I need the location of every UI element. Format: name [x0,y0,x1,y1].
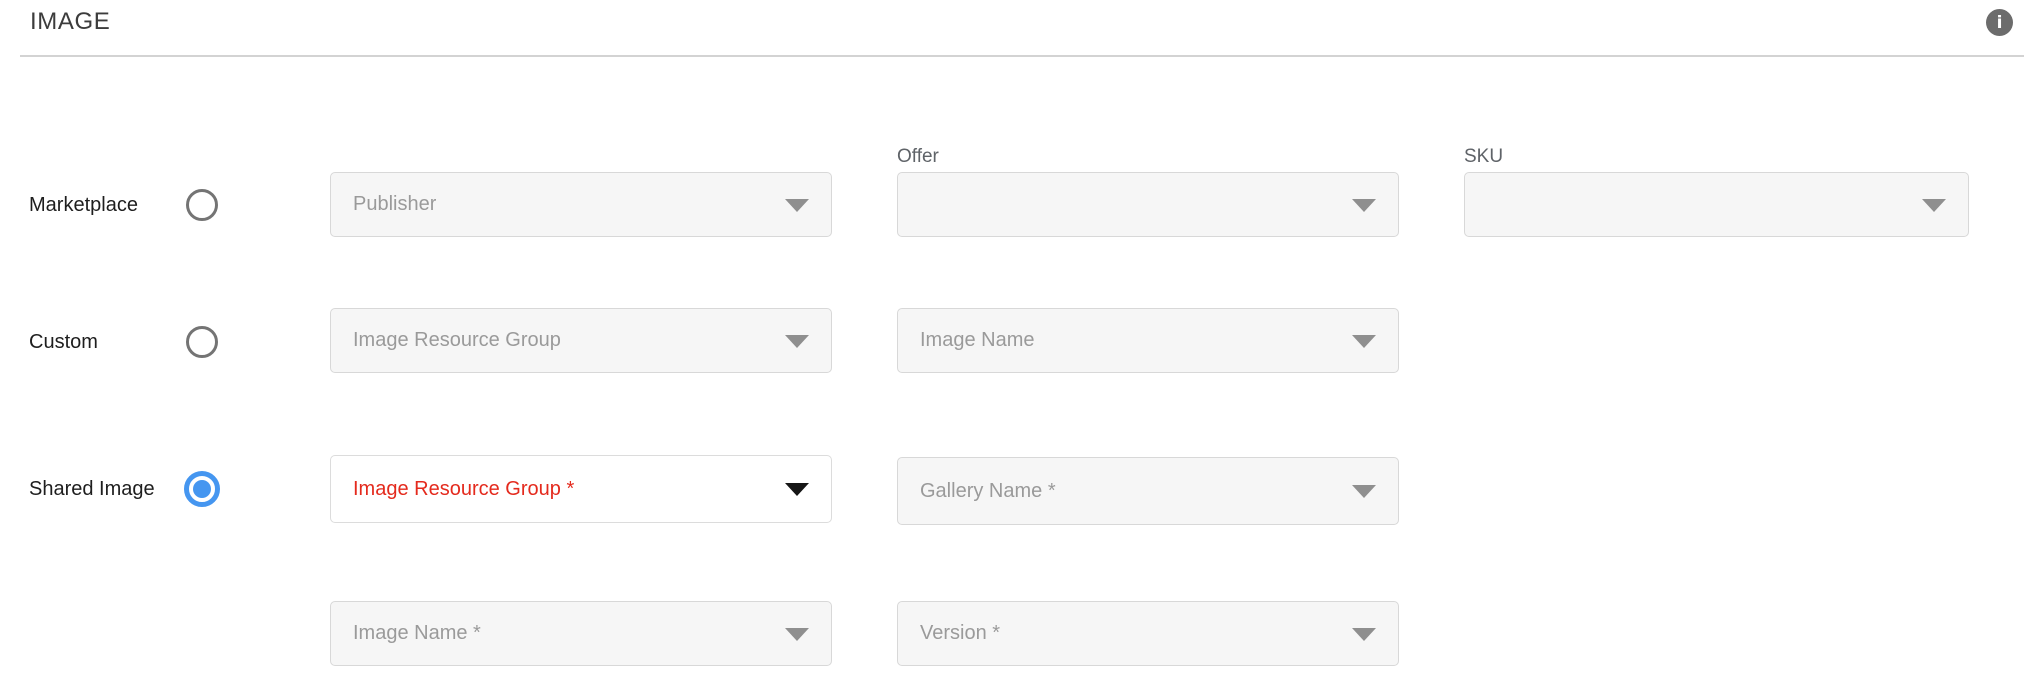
chevron-down-icon [1352,628,1376,641]
shared-image-radio-label: Shared Image [29,477,155,501]
version-dropdown[interactable]: Version * [897,601,1399,666]
shared-image-name-dropdown[interactable]: Image Name * [330,601,832,666]
image-section: IMAGE i Marketplace Publisher Offer SKU … [0,0,2044,686]
gallery-name-placeholder: Gallery Name * [920,480,1056,503]
chevron-down-icon [1352,485,1376,498]
custom-image-resource-group-dropdown[interactable]: Image Resource Group [330,308,832,373]
publisher-dropdown-placeholder: Publisher [353,193,436,216]
shared-image-name-placeholder: Image Name * [353,622,481,645]
custom-image-name-dropdown[interactable]: Image Name [897,308,1399,373]
offer-dropdown[interactable] [897,172,1399,237]
chevron-down-icon [1352,335,1376,348]
chevron-down-icon [785,199,809,212]
gallery-name-dropdown[interactable]: Gallery Name * [897,457,1399,525]
sku-label: SKU [1464,146,1503,168]
version-placeholder: Version * [920,622,1000,645]
offer-label: Offer [897,146,939,168]
custom-radio-label: Custom [29,330,98,354]
custom-image-resource-group-placeholder: Image Resource Group [353,329,561,352]
shared-image-radio[interactable] [184,471,220,507]
chevron-down-icon [1922,199,1946,212]
chevron-down-icon [785,335,809,348]
info-icon-glyph: i [1997,13,2003,33]
chevron-down-icon [1352,199,1376,212]
marketplace-radio[interactable] [186,189,218,221]
sku-dropdown[interactable] [1464,172,1969,237]
section-title: IMAGE [30,8,110,36]
custom-image-name-placeholder: Image Name [920,329,1035,352]
publisher-dropdown[interactable]: Publisher [330,172,832,237]
marketplace-radio-label: Marketplace [29,193,138,217]
info-icon[interactable]: i [1986,9,2013,36]
shared-image-resource-group-dropdown[interactable]: Image Resource Group * [330,455,832,523]
section-divider [20,55,2024,57]
chevron-down-icon [785,483,809,496]
custom-radio[interactable] [186,326,218,358]
shared-image-resource-group-placeholder: Image Resource Group * [353,478,574,501]
chevron-down-icon [785,628,809,641]
